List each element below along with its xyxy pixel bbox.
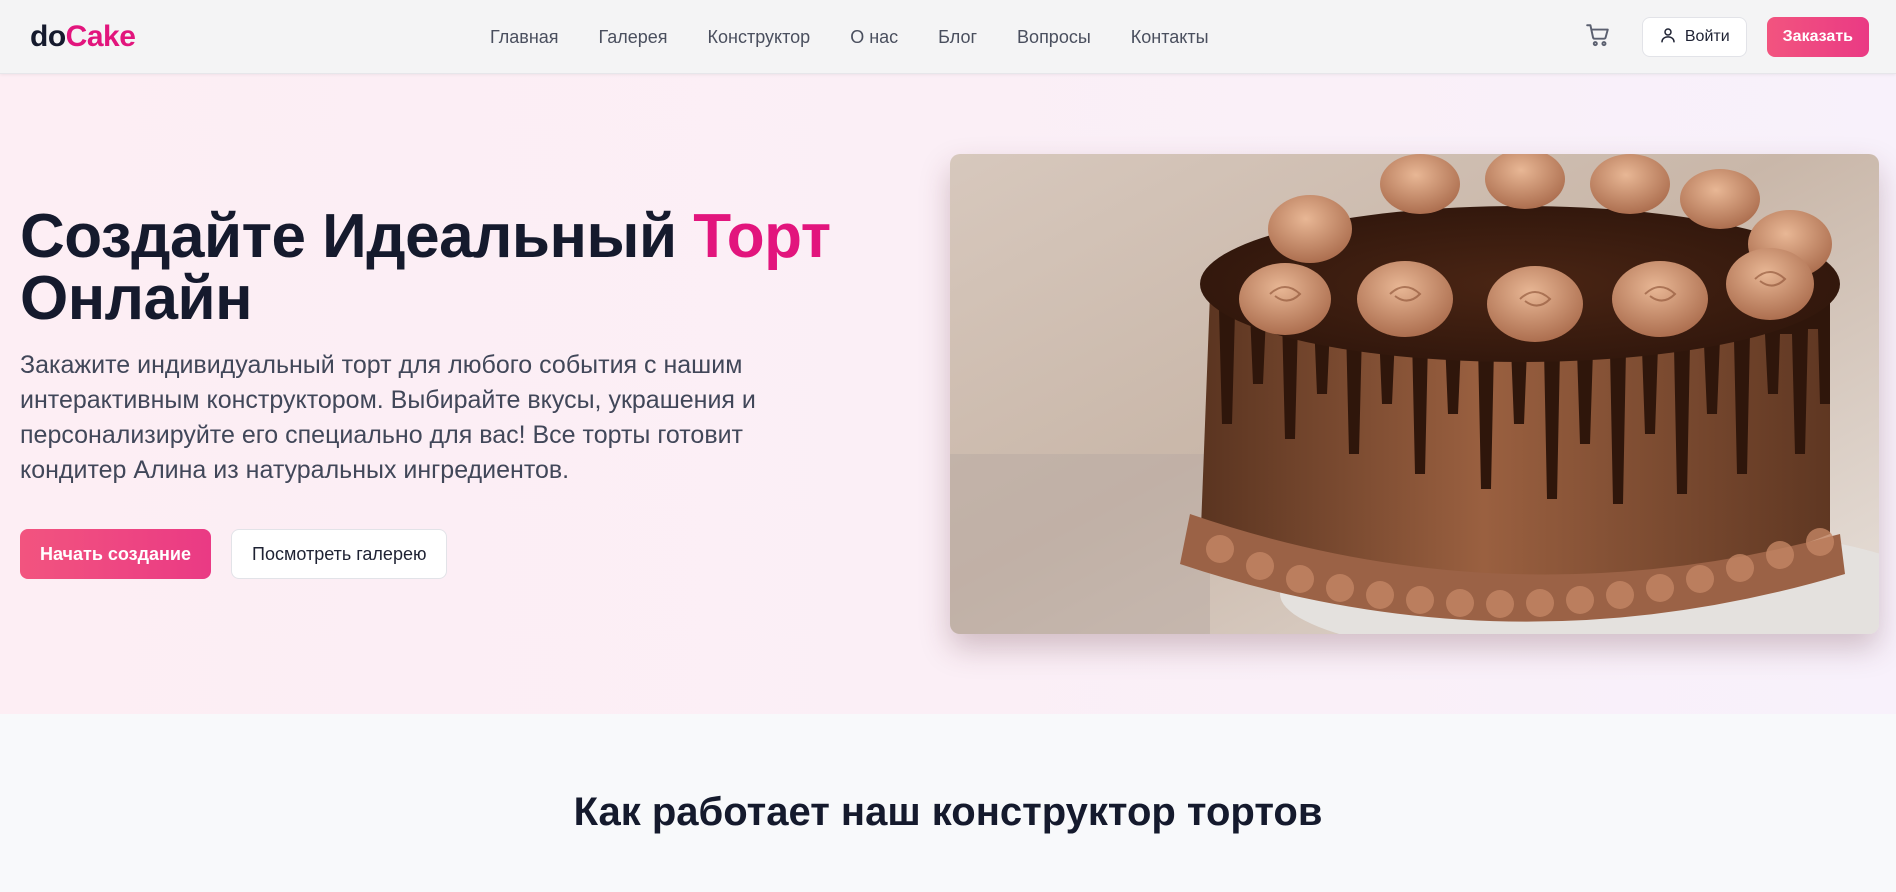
how-it-works-section: Как работает наш конструктор тортов [0,714,1896,892]
hero-section: Создайте Идеальный Торт Онлайн Закажите … [0,74,1896,714]
cart-button[interactable] [1576,15,1620,59]
nav-link-blog[interactable]: Блог [938,27,977,48]
nav-link-constructor[interactable]: Конструктор [708,27,811,48]
order-button[interactable]: Заказать [1766,17,1869,57]
hero-title-part1: Создайте Идеальный [20,202,694,271]
nav-link-faq[interactable]: Вопросы [1017,27,1091,48]
how-it-works-title: Как работает наш конструктор тортов [573,790,1323,834]
nav-link-about[interactable]: О нас [850,27,898,48]
header-actions: Войти Заказать [1576,0,1869,74]
login-label: Войти [1684,28,1730,45]
hero-title-part2: Онлайн [20,264,253,333]
view-gallery-button[interactable]: Посмотреть галерею [231,529,448,579]
site-header: doCake Главная Галерея Конструктор О нас… [0,0,1896,74]
shopping-cart-icon [1585,22,1611,53]
nav-link-contacts[interactable]: Контакты [1131,27,1209,48]
brand-logo-part1: do [30,19,66,53]
nav-link-gallery[interactable]: Галерея [599,27,668,48]
hero-description: Закажите индивидуальный торт для любого … [20,351,756,484]
brand-logo-part2: Cake [65,19,136,53]
hero-title-accent: Торт [693,202,831,271]
brand-logo[interactable]: doCake [30,19,136,54]
nav-link-home[interactable]: Главная [490,27,559,48]
user-icon [1659,26,1677,49]
main-nav: Главная Галерея Конструктор О нас Блог В… [490,0,1209,74]
hero-title: Создайте Идеальный Торт Онлайн [20,206,831,330]
login-button[interactable]: Войти [1641,17,1747,57]
hero-cake-image [950,154,1879,634]
hero-buttons: Начать создание Посмотреть галерею [20,529,448,579]
start-creating-button[interactable]: Начать создание [20,529,212,579]
